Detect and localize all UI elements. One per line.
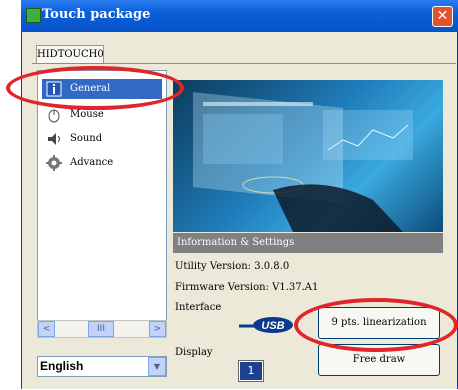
sidebar-item-sound[interactable]: Sound — [42, 129, 162, 149]
usb-text: USB — [261, 320, 284, 332]
display-number: 1 — [238, 360, 264, 382]
sidebar-item-label: Sound — [70, 133, 103, 144]
free-draw-button[interactable]: Free draw — [318, 344, 440, 376]
mouse-icon — [46, 107, 62, 123]
close-button[interactable]: ✕ — [432, 6, 453, 27]
touch-screen-illustration — [193, 92, 413, 232]
sidebar-item-label: Advance — [70, 157, 114, 168]
gear-icon — [46, 155, 62, 171]
app-icon — [26, 8, 41, 23]
sidebar-item-label: Mouse — [70, 109, 104, 120]
sidebar-item-general[interactable]: General — [42, 79, 162, 99]
scroll-left-button[interactable]: < — [38, 321, 55, 337]
linearization-button[interactable]: 9 pts. linearization — [318, 307, 440, 339]
list-horizontal-scrollbar[interactable]: < III > — [37, 320, 167, 338]
usb-icon: USB — [239, 315, 295, 335]
scroll-thumb[interactable]: III — [88, 321, 114, 337]
chevron-down-icon[interactable]: ▼ — [148, 357, 166, 376]
language-value: English — [40, 359, 84, 373]
speaker-icon — [46, 131, 62, 147]
banner-image — [173, 80, 443, 232]
sidebar-item-label: General — [70, 83, 111, 94]
scroll-right-button[interactable]: > — [149, 321, 166, 337]
tab-hidtouch0[interactable]: HIDTOUCH0 — [36, 45, 104, 64]
info-book-icon — [46, 81, 62, 97]
window-title: Touch package — [42, 7, 151, 22]
sidebar-item-advance[interactable]: Advance — [42, 153, 162, 173]
firmware-version-text: Firmware Version: V1.37.A1 — [175, 282, 319, 293]
info-settings-header: Information & Settings — [173, 233, 443, 253]
display-label: Display — [175, 347, 213, 358]
category-list[interactable]: General Mouse Sound Advance — [37, 70, 167, 338]
utility-version-text: Utility Version: 3.0.8.0 — [175, 261, 290, 272]
language-select[interactable]: English ▼ — [37, 356, 167, 377]
sidebar-item-mouse[interactable]: Mouse — [42, 105, 162, 125]
interface-label: Interface — [175, 302, 222, 313]
